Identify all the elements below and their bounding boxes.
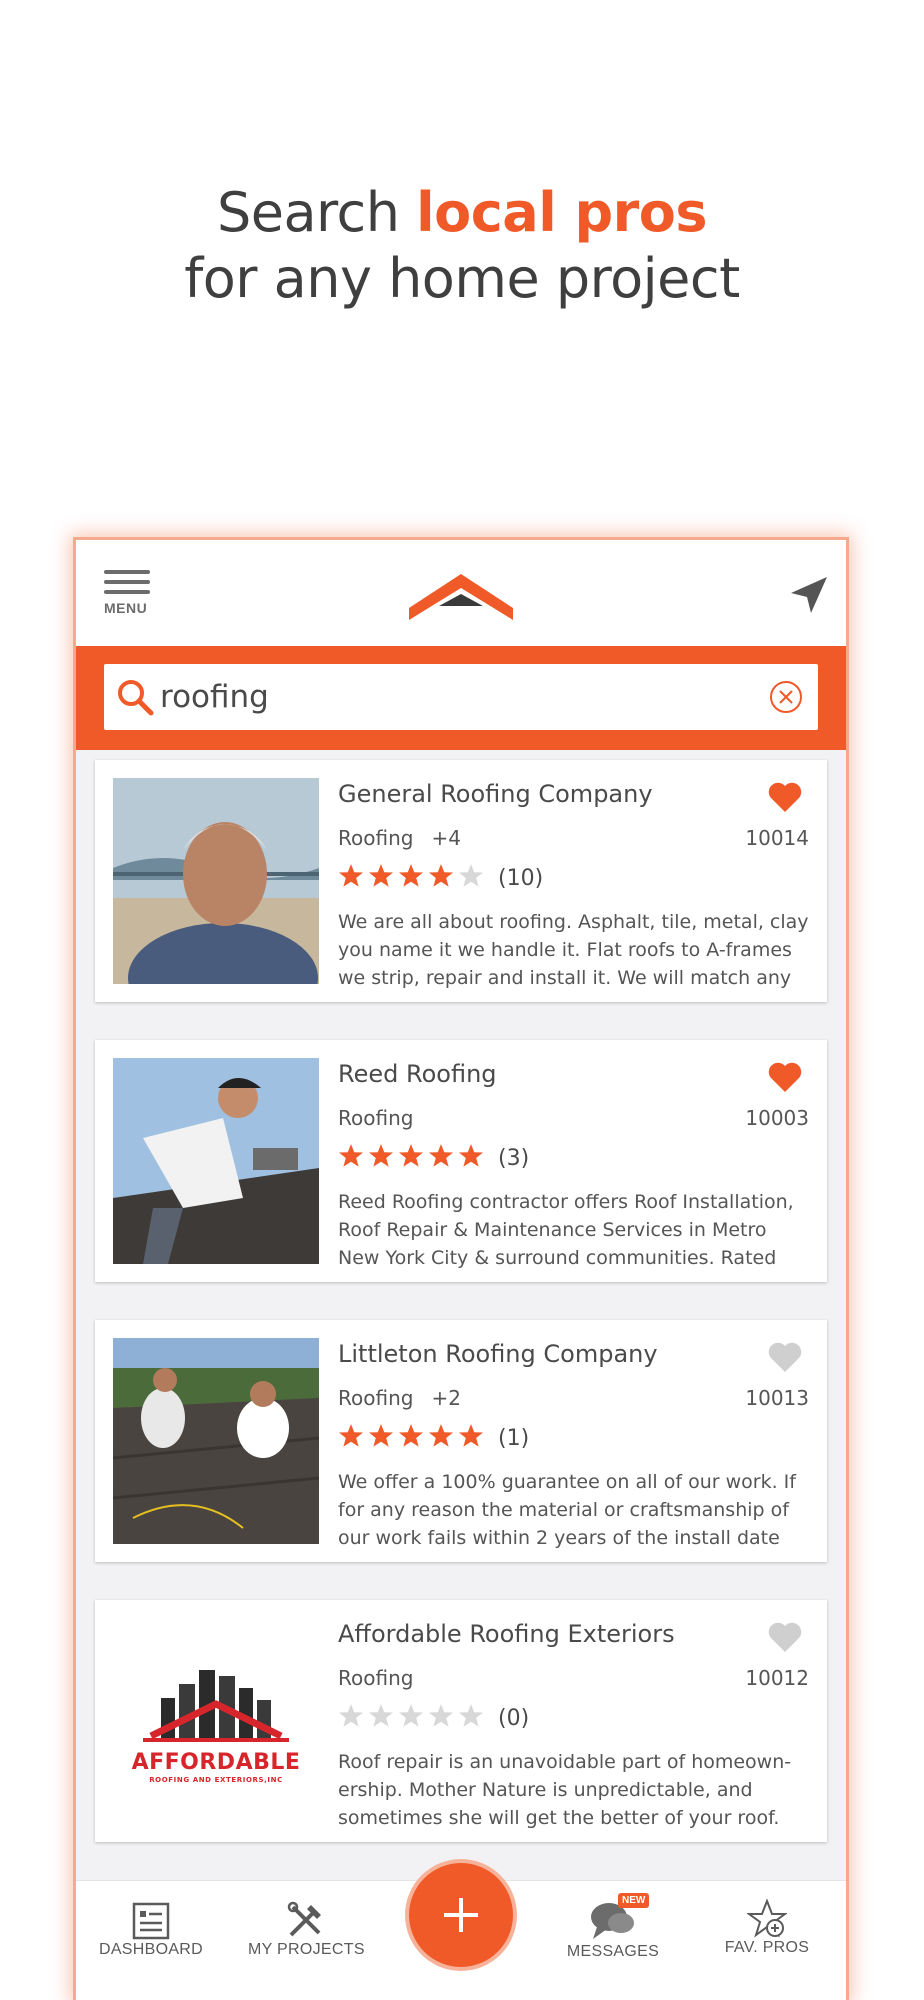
rating-stars: (3) bbox=[338, 1143, 529, 1173]
pro-description: We offer a 100% guarantee on all of our … bbox=[338, 1471, 796, 1549]
star-icon bbox=[458, 863, 488, 894]
heart-icon[interactable] bbox=[767, 1340, 803, 1374]
pro-name: Affordable Roofing Exteriors bbox=[338, 1620, 675, 1648]
star-icon bbox=[368, 863, 398, 894]
tools-icon bbox=[287, 1901, 321, 1937]
pro-photo bbox=[113, 1338, 319, 1544]
headline-line2: for any home project bbox=[184, 247, 740, 310]
logo-text: AFFORDABLE bbox=[131, 1750, 301, 1775]
search-icon bbox=[118, 680, 154, 716]
nav-fav-pros-label: FAV. PROS bbox=[724, 1939, 810, 1956]
search-box bbox=[104, 664, 818, 730]
category-label: Roofing bbox=[338, 1386, 414, 1410]
rating-stars: (1) bbox=[338, 1423, 529, 1453]
headline-line1: Search local pros bbox=[0, 180, 924, 246]
add-project-button[interactable] bbox=[409, 1863, 513, 1967]
nav-my-projects[interactable]: MY PROJECTS bbox=[248, 1881, 365, 2000]
home-logo-icon bbox=[409, 574, 513, 620]
star-icon bbox=[458, 1423, 488, 1454]
company-logo bbox=[113, 1618, 319, 1824]
pro-zip: 10003 bbox=[745, 1106, 809, 1130]
nav-dashboard[interactable]: DASHBOARD bbox=[94, 1881, 208, 2000]
plus-icon bbox=[444, 1898, 478, 1932]
headline-accent: local pros bbox=[416, 181, 708, 244]
result-card[interactable]: General Roofing Company Roofing +4 10014 … bbox=[95, 760, 827, 1002]
review-count: (10) bbox=[498, 865, 544, 891]
star-icon bbox=[458, 1143, 488, 1174]
star-icon bbox=[428, 863, 458, 894]
clear-icon[interactable] bbox=[768, 679, 804, 715]
star-icon bbox=[368, 1143, 398, 1174]
pro-category: Roofing +4 bbox=[338, 826, 461, 850]
result-card[interactable]: Littleton Roofing Company Roofing +2 1001… bbox=[95, 1320, 827, 1562]
review-count: (1) bbox=[498, 1425, 530, 1451]
new-badge: NEW bbox=[618, 1893, 650, 1908]
pro-description: Roof repair is an unavoidable part of ho… bbox=[338, 1751, 792, 1829]
logo-subtext: ROOFING AND EXTERIORS,INC bbox=[149, 1776, 283, 1784]
star-icon bbox=[428, 1703, 458, 1734]
phone-frame: MENU roofing General Roofing Company Roo… bbox=[76, 540, 846, 2000]
location-arrow-icon[interactable] bbox=[789, 575, 829, 615]
nav-fav-pros[interactable]: FAV. PROS bbox=[710, 1881, 824, 2000]
headline-prefix: Search bbox=[216, 181, 417, 244]
star-icon bbox=[398, 1423, 428, 1454]
star-icon bbox=[398, 1143, 428, 1174]
nav-dashboard-label: DASHBOARD bbox=[98, 1941, 204, 1958]
result-card[interactable]: AFFORDABLE ROOFING AND EXTERIORS,INC Aff… bbox=[95, 1600, 827, 1842]
dashboard-icon bbox=[132, 1902, 170, 1940]
star-icon bbox=[338, 1423, 368, 1454]
search-bar bbox=[76, 646, 846, 750]
nav-messages-label: MESSAGES bbox=[566, 1943, 660, 1960]
pro-description: Reed Roofing contractor offers Roof Inst… bbox=[338, 1191, 794, 1269]
star-icon bbox=[338, 1143, 368, 1174]
heart-icon[interactable] bbox=[767, 780, 803, 814]
star-icon bbox=[338, 863, 368, 894]
star-icon bbox=[428, 1143, 458, 1174]
app-header: MENU bbox=[76, 540, 846, 646]
bottom-nav: DASHBOARD MY PROJECTS NEW MESSAGES FAV. … bbox=[76, 1863, 846, 2000]
star-icon bbox=[458, 1703, 488, 1734]
category-extra: +4 bbox=[431, 826, 461, 850]
pro-name: Reed Roofing bbox=[338, 1060, 497, 1088]
rating-stars: (10) bbox=[338, 863, 543, 893]
star-icon bbox=[428, 1423, 458, 1454]
pro-zip: 10013 bbox=[745, 1386, 809, 1410]
pro-photo bbox=[113, 778, 319, 984]
result-card[interactable]: Reed Roofing Roofing 10003 (3) Reed Roof… bbox=[95, 1040, 827, 1282]
menu-button[interactable]: MENU bbox=[104, 570, 154, 620]
menu-label: MENU bbox=[104, 600, 148, 616]
category-extra: +2 bbox=[431, 1386, 461, 1410]
pro-name: General Roofing Company bbox=[338, 780, 653, 808]
nav-messages[interactable]: NEW MESSAGES bbox=[556, 1881, 670, 2000]
star-icon bbox=[398, 863, 428, 894]
star-icon bbox=[338, 1703, 368, 1734]
pro-category: Roofing bbox=[338, 1666, 431, 1690]
pro-category: Roofing bbox=[338, 1106, 431, 1130]
pro-category: Roofing +2 bbox=[338, 1386, 461, 1410]
review-count: (3) bbox=[498, 1145, 530, 1171]
pro-photo bbox=[113, 1058, 319, 1264]
nav-my-projects-label: MY PROJECTS bbox=[248, 1941, 365, 1958]
results-list: General Roofing Company Roofing +4 10014 … bbox=[76, 750, 846, 1880]
review-count: (0) bbox=[498, 1705, 530, 1731]
pro-zip: 10012 bbox=[745, 1666, 809, 1690]
headline: Search local pros for any home project bbox=[0, 180, 924, 312]
heart-icon[interactable] bbox=[767, 1060, 803, 1094]
category-label: Roofing bbox=[338, 1666, 414, 1690]
search-input[interactable] bbox=[160, 672, 750, 722]
pro-description: We are all about roofing. Asphalt, tile,… bbox=[338, 911, 809, 989]
star-icon bbox=[368, 1423, 398, 1454]
heart-icon[interactable] bbox=[767, 1620, 803, 1654]
hamburger-icon bbox=[104, 570, 154, 594]
star-icon bbox=[398, 1703, 428, 1734]
pro-zip: 10014 bbox=[745, 826, 809, 850]
category-label: Roofing bbox=[338, 1106, 414, 1130]
star-plus-icon bbox=[747, 1899, 787, 1938]
rating-stars: (0) bbox=[338, 1703, 529, 1733]
category-label: Roofing bbox=[338, 826, 414, 850]
star-icon bbox=[368, 1703, 398, 1734]
pro-name: Littleton Roofing Company bbox=[338, 1340, 658, 1368]
